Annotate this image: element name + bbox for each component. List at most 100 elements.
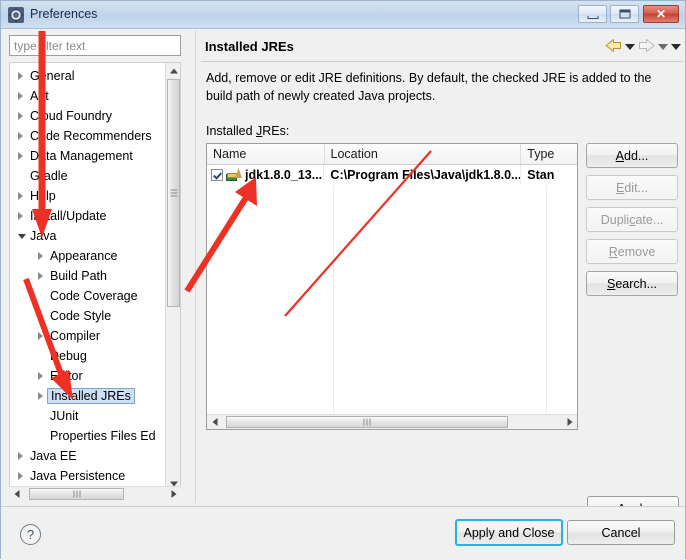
tree-item-code-style[interactable]: Code Style (10, 306, 168, 326)
tree-item-cloud-foundry[interactable]: Cloud Foundry (10, 106, 168, 126)
tree-item-label: Cloud Foundry (30, 109, 112, 123)
maximize-button[interactable] (610, 5, 639, 23)
table-horizontal-scrollbar[interactable] (207, 414, 577, 429)
back-history-chevron-down-icon[interactable] (625, 44, 635, 50)
tree-item-install-update[interactable]: Install/Update (10, 206, 168, 226)
sidebar-vertical-scrollbar[interactable] (165, 63, 180, 491)
tree-item-label: Installed JREs (47, 388, 135, 404)
column-header-type[interactable]: Type (521, 144, 577, 164)
expand-arrow-icon[interactable] (38, 372, 43, 380)
scroll-up-button[interactable] (166, 63, 180, 78)
duplicate-button[interactable]: Duplicate... (586, 207, 678, 232)
scroll-right-button[interactable] (166, 487, 181, 501)
back-arrow-icon[interactable] (605, 38, 622, 56)
preferences-gear-icon (8, 7, 24, 23)
tree-item-list: General Ant Cloud Foundry Code Recommend… (10, 63, 168, 486)
expand-arrow-icon[interactable] (38, 312, 43, 320)
expand-arrow-icon[interactable] (38, 392, 43, 400)
expand-arrow-icon[interactable] (18, 152, 23, 160)
tree-item-general[interactable]: General (10, 66, 168, 86)
table-empty-area (207, 185, 577, 414)
tree-item-label: JUnit (50, 409, 79, 423)
title-bar: Preferences ✕ (1, 1, 685, 29)
column-header-name[interactable]: Name (207, 144, 325, 164)
sidebar-horizontal-scrollbar[interactable] (9, 486, 181, 501)
expand-arrow-icon[interactable] (38, 272, 43, 280)
expand-arrow-icon[interactable] (38, 252, 43, 260)
grip-icon (73, 490, 80, 498)
tree-item-ant[interactable]: Ant (10, 86, 168, 106)
scroll-right-button[interactable] (562, 415, 577, 429)
tree-item-label: Code Recommenders (30, 129, 152, 143)
tree-item-gradle[interactable]: Gradle (10, 166, 168, 186)
jre-library-icon (226, 168, 242, 182)
installed-jres-table[interactable]: Name Location Type jdk1.8.0_13... C:\Pro… (206, 143, 578, 430)
preferences-sidebar: General Ant Cloud Foundry Code Recommend… (9, 35, 191, 501)
filter-input[interactable] (9, 35, 181, 56)
chevron-left-icon (14, 490, 19, 498)
tree-item-label: Java (30, 229, 57, 243)
tree-item-label: Code Coverage (50, 289, 138, 303)
chevron-right-icon (567, 418, 572, 426)
apply-and-close-button[interactable]: Apply and Close (455, 519, 563, 546)
tree-item-label: Java EE (30, 449, 77, 463)
dialog-body: General Ant Cloud Foundry Code Recommend… (1, 29, 685, 522)
minimize-icon (587, 15, 598, 19)
cell-type: Stan (527, 168, 555, 182)
tree-item-java-persistence[interactable]: Java Persistence (10, 466, 168, 486)
page-menu-chevron-down-icon[interactable] (671, 44, 681, 50)
tree-item-properties-files-editor[interactable]: Properties Files Ed (10, 426, 168, 446)
cell-name: jdk1.8.0_13... (207, 165, 325, 185)
add-button[interactable]: Add... (586, 143, 678, 168)
tree-item-appearance[interactable]: Appearance (10, 246, 168, 266)
jre-name-label: jdk1.8.0_13... (245, 168, 323, 182)
tree-item-java[interactable]: Java (10, 226, 168, 246)
scrollbar-thumb[interactable] (226, 416, 508, 428)
scrollbar-thumb[interactable] (167, 79, 180, 307)
table-label: Installed JREs: (206, 124, 290, 138)
forward-history-chevron-down-icon[interactable] (658, 44, 668, 50)
minimize-button[interactable] (578, 5, 607, 23)
scrollbar-thumb[interactable] (29, 488, 124, 500)
expand-arrow-icon[interactable] (18, 132, 23, 140)
tree-item-installed-jres[interactable]: Installed JREs (10, 386, 168, 406)
table-body: jdk1.8.0_13... C:\Program Files\Java\jdk… (207, 165, 577, 414)
tree-item-java-ee[interactable]: Java EE (10, 446, 168, 466)
tree-item-help[interactable]: Help (10, 186, 168, 206)
table-row[interactable]: jdk1.8.0_13... C:\Program Files\Java\jdk… (207, 165, 577, 185)
chevron-left-icon (212, 418, 217, 426)
question-mark-icon[interactable]: ? (20, 524, 41, 545)
cancel-button[interactable]: Cancel (567, 520, 675, 545)
search-button[interactable]: Search... (586, 271, 678, 296)
scroll-left-button[interactable] (9, 487, 24, 501)
edit-button[interactable]: Edit... (586, 175, 678, 200)
expand-arrow-icon[interactable] (18, 472, 23, 480)
tree-item-label: General (30, 69, 75, 83)
expand-arrow-icon[interactable] (18, 72, 23, 80)
tree-item-compiler[interactable]: Compiler (10, 326, 168, 346)
tree-item-label: Code Style (50, 309, 112, 323)
expand-arrow-icon[interactable] (38, 332, 43, 340)
jre-default-checkbox[interactable] (211, 169, 223, 181)
tree-item-editor[interactable]: Editor (10, 366, 168, 386)
tree-item-label: Java Persistence (30, 469, 126, 483)
expand-arrow-icon[interactable] (18, 212, 23, 220)
collapse-arrow-icon[interactable] (18, 234, 26, 239)
close-button[interactable]: ✕ (643, 5, 679, 23)
tree-item-junit[interactable]: JUnit (10, 406, 168, 426)
tree-item-label: Ant (30, 89, 49, 103)
tree-item-label: Appearance (50, 249, 118, 263)
expand-arrow-icon[interactable] (18, 192, 23, 200)
scroll-left-button[interactable] (207, 415, 222, 429)
tree-item-debug[interactable]: Debug (10, 346, 168, 366)
expand-arrow-icon[interactable] (18, 92, 23, 100)
preferences-tree[interactable]: General Ant Cloud Foundry Code Recommend… (9, 62, 181, 492)
tree-item-code-coverage[interactable]: Code Coverage (10, 286, 168, 306)
tree-item-code-recommenders[interactable]: Code Recommenders (10, 126, 168, 146)
column-header-location[interactable]: Location (325, 144, 522, 164)
expand-arrow-icon[interactable] (18, 452, 23, 460)
remove-button[interactable]: Remove (586, 239, 678, 264)
tree-item-build-path[interactable]: Build Path (10, 266, 168, 286)
tree-item-data-management[interactable]: Data Management (10, 146, 168, 166)
expand-arrow-icon[interactable] (18, 112, 23, 120)
